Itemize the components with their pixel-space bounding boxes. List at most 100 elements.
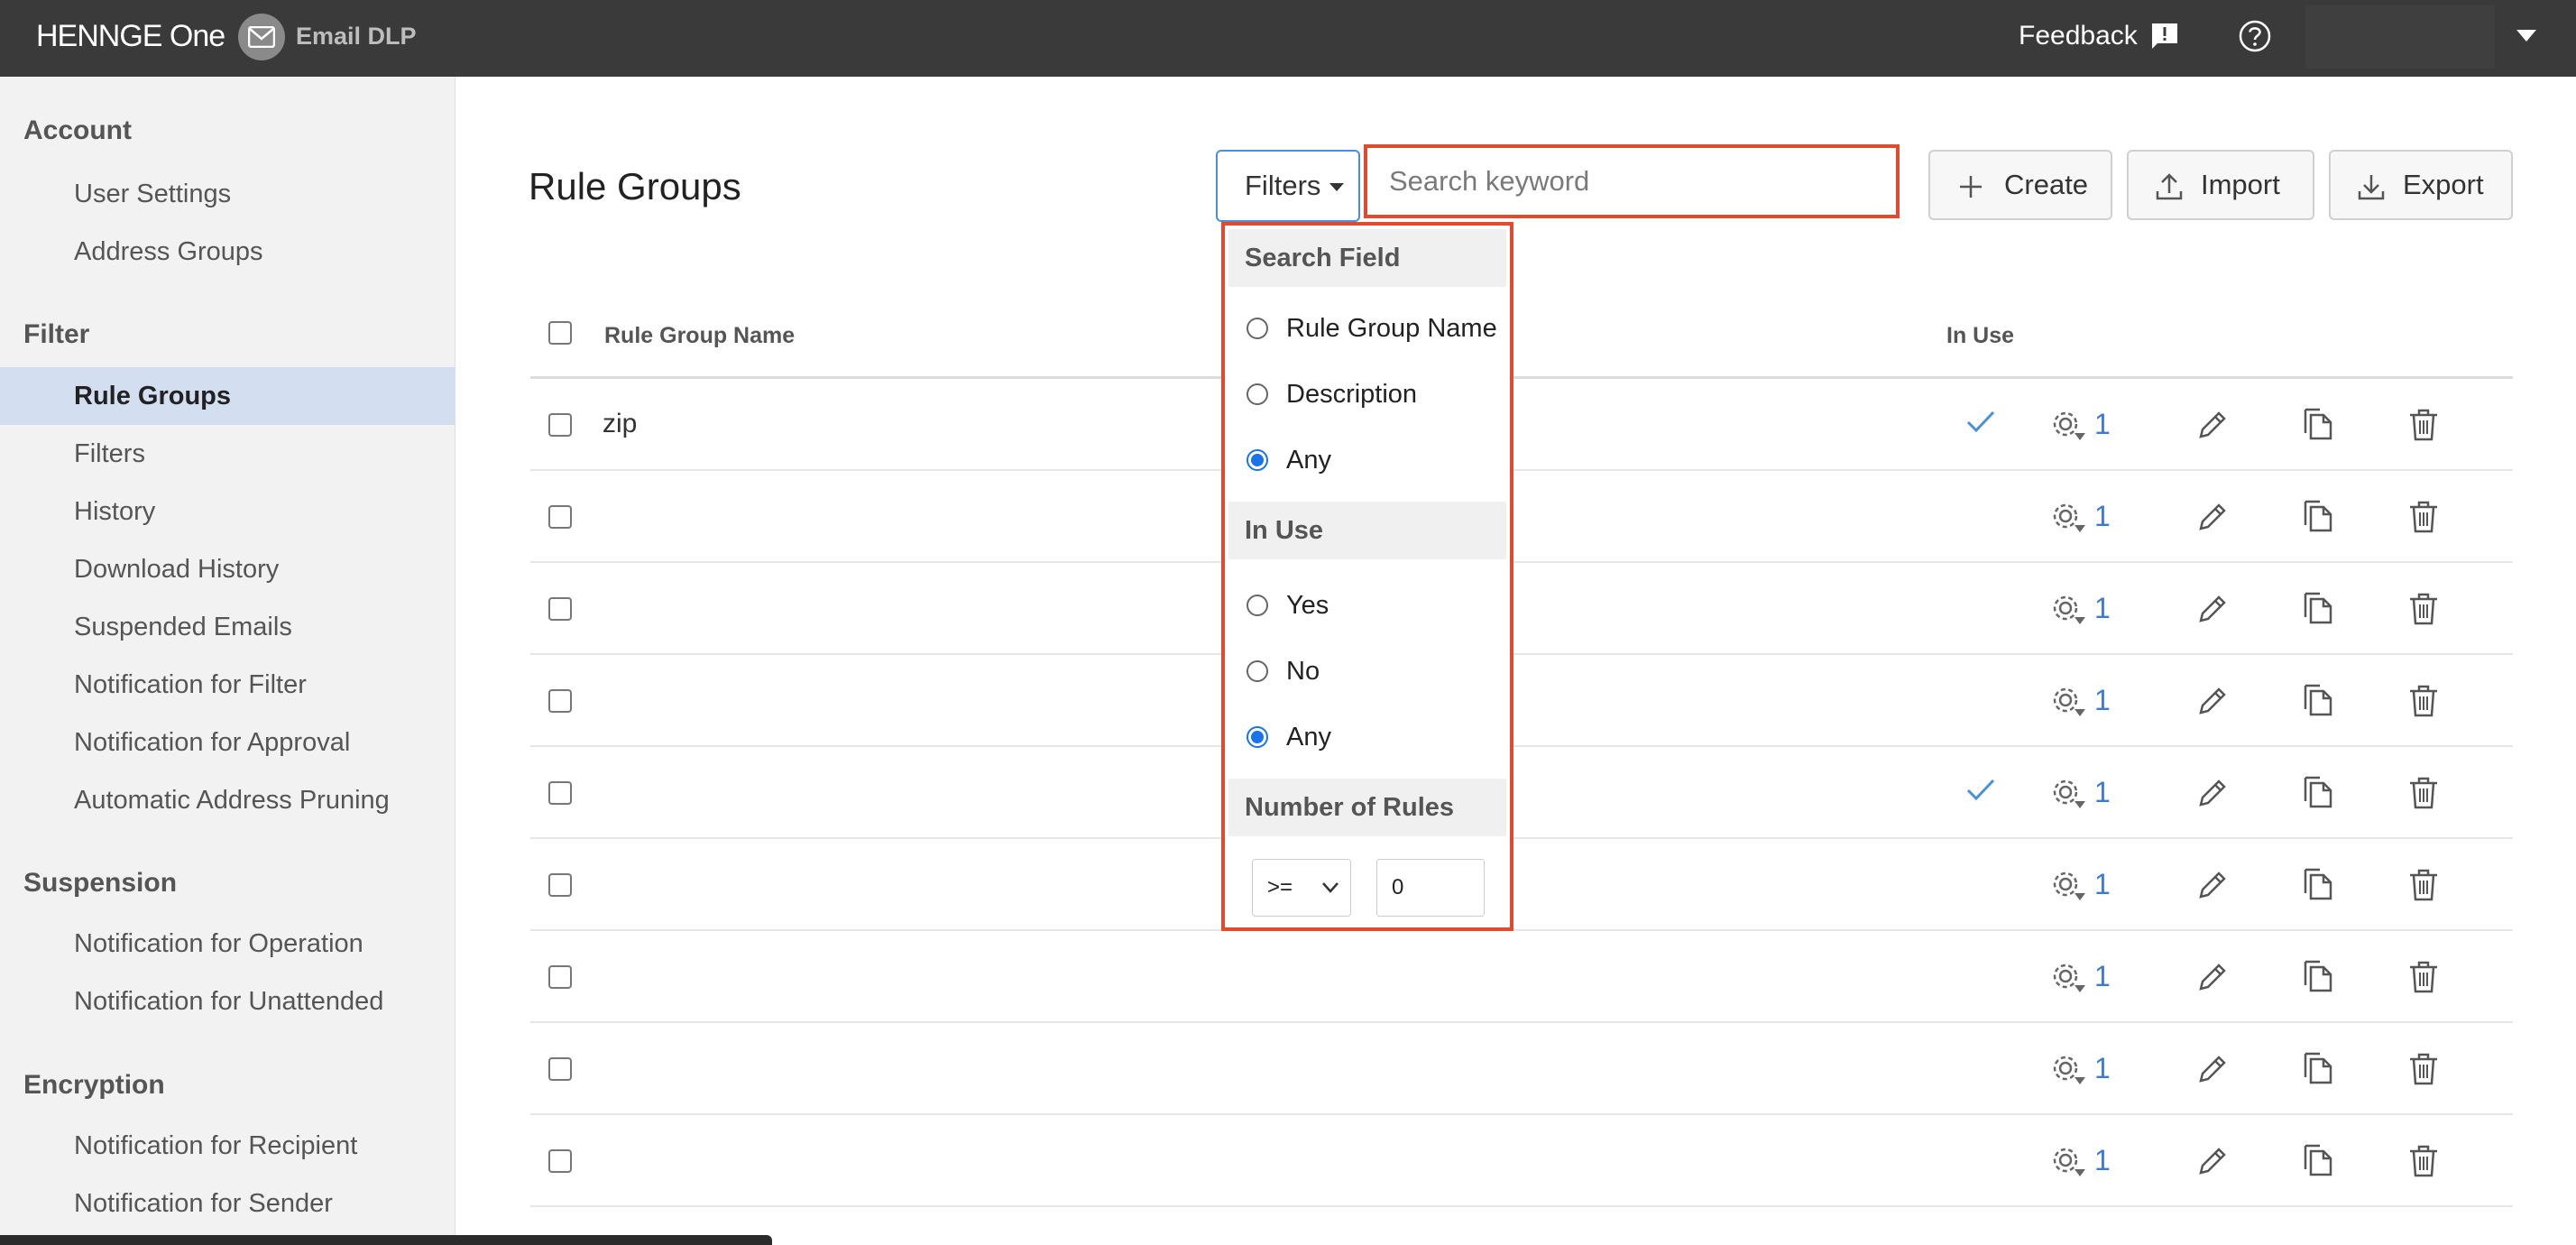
sidebar-item-address-groups[interactable]: Address Groups bbox=[0, 223, 455, 281]
sidebar-item-filters[interactable]: Filters bbox=[0, 425, 455, 483]
radio-button-selected[interactable] bbox=[1247, 449, 1268, 471]
sidebar-item-history[interactable]: History bbox=[0, 483, 455, 540]
row-checkbox[interactable] bbox=[548, 597, 572, 621]
sidebar-item-notification-for-recipient[interactable]: Notification for Recipient bbox=[0, 1117, 455, 1175]
edit-icon[interactable] bbox=[2195, 1146, 2228, 1183]
edit-icon[interactable] bbox=[2195, 686, 2228, 723]
row-checkbox[interactable] bbox=[548, 1149, 572, 1173]
rules-count-link[interactable]: 1 bbox=[2094, 1050, 2111, 1086]
copy-icon[interactable] bbox=[2302, 960, 2332, 999]
trash-icon[interactable] bbox=[2408, 1052, 2439, 1091]
table-row[interactable]: 1 bbox=[530, 747, 2513, 839]
edit-icon[interactable] bbox=[2195, 870, 2228, 907]
rules-gear-icon[interactable] bbox=[2051, 1146, 2087, 1183]
copy-icon[interactable] bbox=[2302, 1052, 2332, 1091]
copy-icon[interactable] bbox=[2302, 408, 2332, 447]
table-row[interactable]: 1 bbox=[530, 1115, 2513, 1207]
table-row[interactable]: zip 1 bbox=[530, 379, 2513, 471]
column-header-rule-group-name[interactable]: Rule Group Name bbox=[604, 318, 795, 354]
trash-icon[interactable] bbox=[2408, 592, 2439, 631]
edit-icon[interactable] bbox=[2195, 502, 2228, 539]
sidebar-item-notification-for-unattended[interactable]: Notification for Unattended bbox=[0, 973, 455, 1030]
sidebar-item-user-settings[interactable]: User Settings bbox=[0, 165, 455, 223]
row-checkbox[interactable] bbox=[548, 965, 572, 989]
rules-gear-icon[interactable] bbox=[2051, 962, 2087, 999]
export-button[interactable]: Export bbox=[2329, 150, 2513, 220]
table-row[interactable]: 1 bbox=[530, 1023, 2513, 1115]
rules-count-link[interactable]: 1 bbox=[2094, 1142, 2111, 1178]
copy-icon[interactable] bbox=[2302, 684, 2332, 723]
rules-gear-icon[interactable] bbox=[2051, 870, 2087, 907]
trash-icon[interactable] bbox=[2408, 684, 2439, 723]
table-row[interactable]: 1 bbox=[530, 839, 2513, 931]
rules-count-link[interactable]: 1 bbox=[2094, 866, 2111, 902]
copy-icon[interactable] bbox=[2302, 500, 2332, 539]
trash-icon[interactable] bbox=[2408, 500, 2439, 539]
filters-dropdown-button[interactable]: Filters bbox=[1216, 150, 1360, 222]
radio-button-selected[interactable] bbox=[1247, 726, 1268, 748]
table-row[interactable]: 1 bbox=[530, 471, 2513, 563]
number-of-rules-input[interactable] bbox=[1376, 859, 1485, 917]
rules-gear-icon[interactable] bbox=[2051, 1054, 2087, 1091]
feedback-link[interactable]: Feedback bbox=[2019, 18, 2138, 54]
brand-logo[interactable]: HENNGE One bbox=[36, 16, 225, 56]
trash-icon[interactable] bbox=[2408, 868, 2439, 907]
copy-icon[interactable] bbox=[2302, 868, 2332, 907]
row-checkbox[interactable] bbox=[548, 413, 572, 437]
sidebar-item-notification-for-filter[interactable]: Notification for Filter bbox=[0, 656, 455, 714]
table-row[interactable]: 1 bbox=[530, 931, 2513, 1023]
operator-select[interactable]: >= bbox=[1252, 859, 1351, 917]
table-row[interactable]: 1 bbox=[530, 655, 2513, 747]
import-button[interactable]: Import bbox=[2127, 150, 2314, 220]
edit-icon[interactable] bbox=[2195, 410, 2228, 447]
copy-icon[interactable] bbox=[2302, 1144, 2332, 1183]
feedback-icon[interactable] bbox=[2150, 22, 2179, 51]
rules-gear-icon[interactable] bbox=[2051, 594, 2087, 631]
sidebar-item-notification-for-sender[interactable]: Notification for Sender bbox=[0, 1175, 455, 1232]
create-button[interactable]: Create bbox=[1928, 150, 2112, 220]
row-checkbox[interactable] bbox=[548, 873, 572, 897]
rules-count-link[interactable]: 1 bbox=[2094, 406, 2111, 442]
sidebar-item-notification-for-operation[interactable]: Notification for Operation bbox=[0, 915, 455, 973]
rules-gear-icon[interactable] bbox=[2051, 410, 2087, 447]
rules-gear-icon[interactable] bbox=[2051, 778, 2087, 815]
rules-count-link[interactable]: 1 bbox=[2094, 774, 2111, 810]
radio-button[interactable] bbox=[1247, 383, 1268, 405]
edit-icon[interactable] bbox=[2195, 1054, 2228, 1091]
edit-icon[interactable] bbox=[2195, 594, 2228, 631]
copy-icon[interactable] bbox=[2302, 592, 2332, 631]
table-row[interactable]: 1 bbox=[530, 563, 2513, 655]
sidebar-item-notification-for-approval[interactable]: Notification for Approval bbox=[0, 714, 455, 771]
trash-icon[interactable] bbox=[2408, 776, 2439, 815]
rules-count-link[interactable]: 1 bbox=[2094, 958, 2111, 994]
trash-icon[interactable] bbox=[2408, 408, 2439, 447]
sidebar-item-download-history[interactable]: Download History bbox=[0, 540, 455, 598]
rules-gear-icon[interactable] bbox=[2051, 686, 2087, 723]
radio-button[interactable] bbox=[1247, 660, 1268, 682]
rules-gear-icon[interactable] bbox=[2051, 502, 2087, 539]
rule-group-name[interactable]: zip bbox=[603, 406, 637, 442]
copy-icon[interactable] bbox=[2302, 776, 2332, 815]
trash-icon[interactable] bbox=[2408, 1144, 2439, 1183]
sidebar-item-automatic-address-pruning[interactable]: Automatic Address Pruning bbox=[0, 771, 455, 829]
edit-icon[interactable] bbox=[2195, 778, 2228, 815]
row-checkbox[interactable] bbox=[548, 505, 572, 529]
row-checkbox[interactable] bbox=[548, 689, 572, 713]
row-checkbox[interactable] bbox=[548, 1057, 572, 1081]
edit-icon[interactable] bbox=[2195, 962, 2228, 999]
rules-count-link[interactable]: 1 bbox=[2094, 682, 2111, 718]
rules-count-link[interactable]: 1 bbox=[2094, 498, 2111, 534]
rules-count-link[interactable]: 1 bbox=[2094, 590, 2111, 626]
search-input[interactable] bbox=[1376, 152, 1881, 211]
radio-button[interactable] bbox=[1247, 595, 1268, 616]
select-all-checkbox[interactable] bbox=[548, 321, 572, 345]
sidebar-item-suspended-emails[interactable]: Suspended Emails bbox=[0, 598, 455, 656]
user-account-menu[interactable] bbox=[2305, 5, 2495, 69]
row-checkbox[interactable] bbox=[548, 781, 572, 805]
trash-icon[interactable] bbox=[2408, 960, 2439, 999]
sidebar-item-rule-groups[interactable]: Rule Groups bbox=[0, 367, 455, 425]
horizontal-scrollbar[interactable] bbox=[0, 1235, 772, 1245]
chevron-down-icon[interactable] bbox=[2516, 30, 2536, 42]
column-header-in-use[interactable]: In Use bbox=[1946, 318, 2014, 354]
help-icon[interactable] bbox=[2237, 18, 2273, 54]
